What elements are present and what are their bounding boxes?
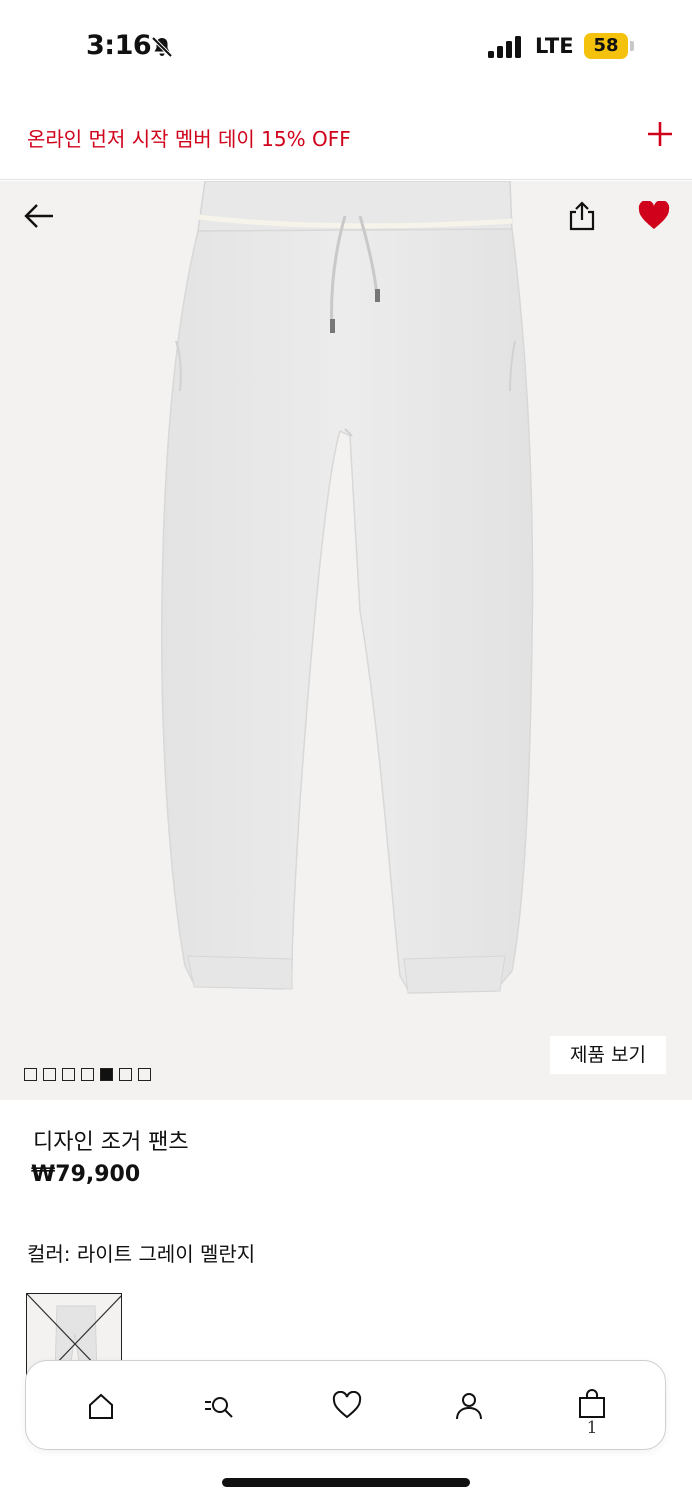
pagination-dot[interactable]: [138, 1068, 151, 1081]
plus-icon[interactable]: [646, 120, 674, 148]
pagination-dot-active[interactable]: [100, 1068, 113, 1081]
network-type: LTE: [535, 34, 574, 58]
pagination-dot[interactable]: [81, 1068, 94, 1081]
home-indicator: [222, 1478, 470, 1487]
product-name: 디자인 조거 팬츠: [33, 1130, 189, 1155]
product-gallery[interactable]: 제품 보기: [0, 181, 692, 1100]
status-bar: 3:16 LTE 58: [0, 0, 692, 96]
pagination-dot[interactable]: [24, 1068, 37, 1081]
view-product-button[interactable]: 제품 보기: [550, 1036, 666, 1074]
user-icon[interactable]: [454, 1391, 484, 1421]
pagination-dot[interactable]: [62, 1068, 75, 1081]
status-time: 3:16: [86, 30, 152, 61]
pagination-dot[interactable]: [43, 1068, 56, 1081]
promo-text: 온라인 먼저 시작 멤버 데이 15% OFF: [27, 127, 351, 151]
cellular-signal-icon: [488, 36, 521, 58]
heart-icon[interactable]: [332, 1391, 362, 1421]
arrow-left-icon[interactable]: [22, 201, 56, 231]
bottom-navigation: [25, 1360, 666, 1450]
color-label: 컬러: 라이트 그레이 멜란지: [27, 1242, 256, 1266]
pagination-dot[interactable]: [119, 1068, 132, 1081]
product-image: [161, 181, 534, 994]
product-price: ₩79,900: [31, 1162, 141, 1187]
battery-tip: [630, 41, 634, 51]
search-menu-icon[interactable]: [204, 1391, 234, 1421]
promo-banner[interactable]: 온라인 먼저 시작 멤버 데이 15% OFF: [0, 96, 692, 180]
cart-count-badge: 1: [586, 1418, 598, 1438]
gallery-pagination: [24, 1068, 151, 1081]
share-icon[interactable]: [566, 200, 598, 232]
bell-off-icon: [151, 36, 173, 58]
home-icon[interactable]: [86, 1391, 116, 1421]
battery-level: 58: [584, 33, 628, 59]
bag-icon[interactable]: [577, 1389, 607, 1419]
heart-filled-icon[interactable]: [638, 201, 670, 231]
